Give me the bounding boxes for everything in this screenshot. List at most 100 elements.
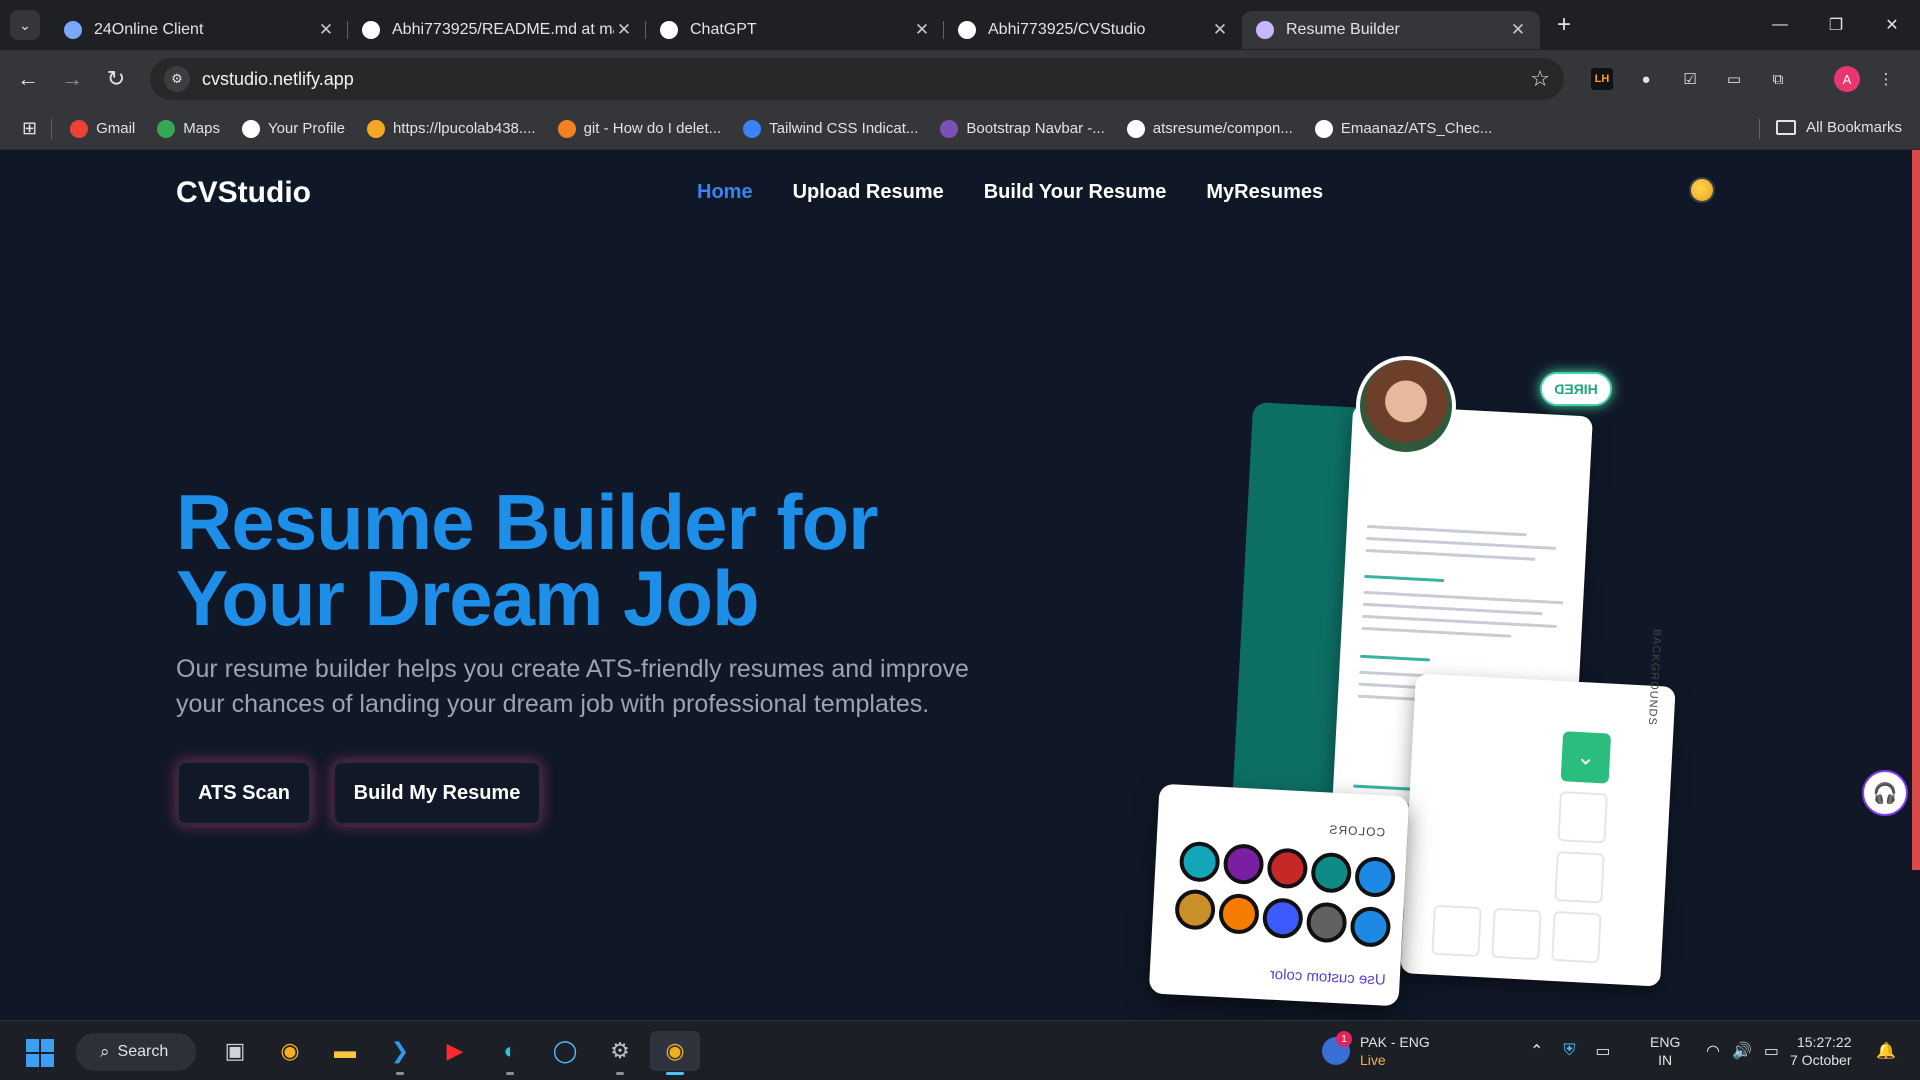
background-tile bbox=[1557, 791, 1609, 844]
extensions-area: LH ● ☑ ▭ ⧉ A ⋮ bbox=[1580, 50, 1908, 108]
color-swatch bbox=[1349, 905, 1392, 948]
bookmark-favicon-icon bbox=[1126, 119, 1145, 138]
restore-icon[interactable]: ❐ bbox=[1808, 0, 1864, 50]
chevron-up-icon[interactable]: ⌃ bbox=[1530, 1041, 1543, 1061]
bookmark-label: atsresume/compon... bbox=[1152, 120, 1293, 137]
chrome-profile-icon[interactable]: ◉ bbox=[650, 1031, 700, 1075]
ats-scan-button[interactable]: ATS Scan bbox=[177, 761, 311, 825]
cortana-icon[interactable]: ◯ bbox=[540, 1031, 590, 1071]
colors-card: COLORS Use custom color bbox=[1148, 783, 1410, 1007]
checklist-extension-icon[interactable]: ☑ bbox=[1672, 61, 1708, 97]
page-scrollbar[interactable] bbox=[1912, 150, 1920, 870]
site-nav: Home Upload Resume Build Your Resume MyResu… bbox=[697, 181, 1363, 204]
language-indicator[interactable]: ENG IN bbox=[1650, 1021, 1680, 1080]
bookmark-favicon-icon bbox=[366, 119, 385, 138]
weather-subtitle: Live bbox=[1360, 1052, 1386, 1068]
chevron-down-icon: ⌄ bbox=[19, 16, 31, 33]
weather-widget[interactable]: 1 PAK - ENG Live bbox=[1322, 1021, 1430, 1080]
settings-gear-icon[interactable]: ⚙ bbox=[595, 1031, 645, 1075]
network-volume-battery[interactable]: ◠ 🔊 ▭ bbox=[1700, 1021, 1785, 1080]
bookmark-item[interactable]: Your Profile bbox=[241, 119, 345, 138]
browser-toolbar: ← → ↻ ⚙ cvstudio.netlify.app ☆ LH ● ☑ ▭ … bbox=[0, 50, 1920, 108]
bookmark-item[interactable]: https://lpucolab438.... bbox=[366, 119, 536, 138]
site-logo[interactable]: CVStudio bbox=[176, 176, 311, 210]
apps-grid-icon[interactable]: ⊞ bbox=[22, 118, 37, 139]
edge-icon[interactable]: ◐ bbox=[485, 1031, 535, 1075]
tab-close-icon[interactable]: ✕ bbox=[912, 20, 932, 40]
clock[interactable]: 15:27:22 7 October bbox=[1790, 1021, 1851, 1080]
tab-favicon-icon bbox=[1256, 21, 1274, 39]
bookmark-item[interactable]: git - How do I delet... bbox=[557, 119, 722, 138]
lighthouse-extension[interactable]: LH bbox=[1584, 61, 1620, 97]
vscode-icon[interactable]: ❯ bbox=[375, 1031, 425, 1075]
nav-link[interactable]: Home bbox=[697, 181, 753, 204]
github-extension-icon[interactable]: ● bbox=[1628, 61, 1664, 97]
browser-tab[interactable]: Abhi773925/CVStudio ✕ bbox=[944, 11, 1242, 49]
close-window-icon[interactable]: ✕ bbox=[1864, 0, 1920, 50]
bookmark-label: Tailwind CSS Indicat... bbox=[769, 120, 919, 137]
windows-start-icon[interactable] bbox=[26, 1039, 54, 1067]
bookmark-item[interactable]: Bootstrap Navbar -... bbox=[940, 119, 1105, 138]
background-tile bbox=[1491, 907, 1542, 961]
taskbar-search[interactable]: ⌕ Search bbox=[76, 1033, 196, 1071]
browser-tab-strip: ⌄ 24Online Client ✕ Abhi773925/README.md a… bbox=[0, 0, 1920, 50]
tab-close-icon[interactable]: ✕ bbox=[316, 20, 336, 40]
bookmark-label: Your Profile bbox=[267, 120, 345, 137]
bookmark-item[interactable]: Maps bbox=[157, 119, 220, 138]
nav-link[interactable]: Build Your Resume bbox=[984, 181, 1167, 204]
build-resume-button[interactable]: Build My Resume bbox=[333, 761, 541, 825]
hero-subtitle: Our resume builder helps you create ATS-… bbox=[176, 655, 969, 718]
tab-title: ChatGPT bbox=[690, 21, 757, 38]
bookmark-favicon-icon bbox=[241, 119, 260, 138]
nav-link[interactable]: MyResumes bbox=[1206, 181, 1323, 204]
browser-tab[interactable]: Resume Builder ✕ bbox=[1242, 11, 1540, 49]
media-extension-icon[interactable]: ▭ bbox=[1716, 61, 1752, 97]
new-tab-button[interactable]: + bbox=[1546, 11, 1582, 39]
security-shield-icon[interactable]: ⛨ bbox=[1563, 1042, 1575, 1060]
clock-date: 7 October bbox=[1790, 1052, 1852, 1068]
tab-close-icon[interactable]: ✕ bbox=[1210, 20, 1230, 40]
forward-button[interactable]: → bbox=[50, 57, 94, 101]
site-info-icon[interactable]: ⚙ bbox=[164, 66, 190, 92]
chrome-icon[interactable]: ◉ bbox=[265, 1031, 315, 1071]
all-bookmarks-button[interactable]: All Bookmarks bbox=[1776, 119, 1902, 136]
taskbar-apps: ▣ ◉ ▬ ❯ ▶ ◐ ◯ ⚙ ◉ bbox=[210, 1031, 705, 1075]
support-chat-icon[interactable]: 🎧 bbox=[1862, 770, 1908, 816]
browser-tab[interactable]: 24Online Client ✕ bbox=[50, 11, 348, 49]
hired-badge: HIRED bbox=[1540, 372, 1612, 406]
bookmark-star-icon[interactable]: ☆ bbox=[1530, 66, 1550, 92]
profile-avatar[interactable]: A bbox=[1834, 66, 1860, 92]
task-view-icon[interactable]: ▣ bbox=[210, 1031, 260, 1071]
youtube-icon[interactable]: ▶ bbox=[430, 1031, 480, 1071]
file-explorer-icon[interactable]: ▬ bbox=[320, 1031, 370, 1071]
background-tile bbox=[1554, 851, 1605, 904]
menu-kebab-icon[interactable]: ⋮ bbox=[1868, 61, 1904, 97]
custom-color-link: Use custom color bbox=[1269, 965, 1387, 989]
bookmark-item[interactable]: Tailwind CSS Indicat... bbox=[743, 119, 919, 138]
bookmark-label: git - How do I delet... bbox=[583, 120, 722, 137]
browser-tab[interactable]: ChatGPT ✕ bbox=[646, 11, 944, 49]
backgrounds-card: BACKGROUNDS ⌄ bbox=[1400, 628, 1676, 987]
back-button[interactable]: ← bbox=[6, 57, 50, 101]
bookmark-label: Bootstrap Navbar -... bbox=[966, 120, 1105, 137]
reload-button[interactable]: ↻ bbox=[94, 57, 138, 101]
tab-search-button[interactable]: ⌄ bbox=[10, 10, 40, 40]
bookmark-item[interactable]: Gmail bbox=[70, 119, 135, 138]
url-text[interactable]: cvstudio.netlify.app bbox=[202, 69, 1530, 90]
notification-bell-icon[interactable]: 🔔 bbox=[1876, 1021, 1896, 1080]
window-controls: — ❐ ✕ bbox=[1752, 0, 1920, 50]
arrow-right-icon: → bbox=[61, 66, 83, 91]
extensions-puzzle-icon[interactable]: ⧉ bbox=[1760, 61, 1796, 97]
notification-badge: 1 bbox=[1336, 1031, 1352, 1047]
bookmark-item[interactable]: Emaanaz/ATS_Chec... bbox=[1314, 119, 1492, 138]
tab-title: Abhi773925/CVStudio bbox=[988, 21, 1146, 38]
bookmark-item[interactable]: atsresume/compon... bbox=[1126, 119, 1293, 138]
tab-close-icon[interactable]: ✕ bbox=[614, 20, 634, 40]
address-bar[interactable]: ⚙ cvstudio.netlify.app ☆ bbox=[150, 58, 1564, 100]
nav-link[interactable]: Upload Resume bbox=[793, 181, 944, 204]
tab-close-icon[interactable]: ✕ bbox=[1508, 20, 1528, 40]
display-icon[interactable]: ▭ bbox=[1595, 1041, 1610, 1061]
minimize-icon[interactable]: — bbox=[1752, 0, 1808, 50]
theme-toggle-icon[interactable] bbox=[1689, 177, 1715, 203]
browser-tab[interactable]: Abhi773925/README.md at ma ✕ bbox=[348, 11, 646, 49]
